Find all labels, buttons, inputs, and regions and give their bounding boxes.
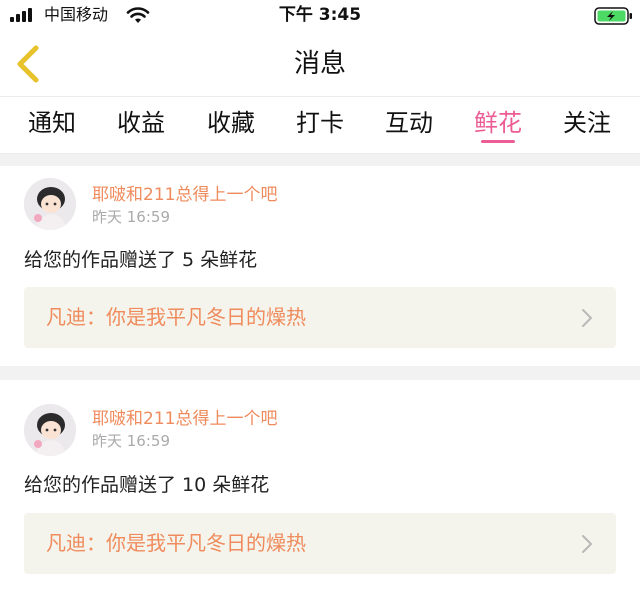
tab-checkin[interactable]: 打卡 [280,105,360,145]
tab-follow[interactable]: 关注 [547,105,627,145]
message-text: 给您的作品赠送了 10 朵鲜花 [24,474,270,496]
page-title: 消息 [293,49,346,79]
quoted-work[interactable]: 凡迪：你是我平凡冬日的燥热 [24,513,616,574]
message-text: 给您的作品赠送了 5 朵鲜花 [24,249,258,271]
status-bar: 中国移动 下午 3:45 [0,0,640,30]
tab-flowers[interactable]: 鲜花 [458,105,538,145]
message-time: 昨天 16:59 [92,432,170,450]
avatar[interactable] [24,178,76,230]
nav-bar: 消息 [0,30,640,96]
sender-name[interactable]: 耶啵和211总得上一个吧 [92,408,277,430]
avatar[interactable] [24,404,76,456]
tab-notification[interactable]: 通知 [12,105,92,145]
active-tab-indicator [481,140,515,143]
message-card: 耶啵和211总得上一个吧 昨天 16:59 给您的作品赠送了 5 朵鲜花 凡迪：… [0,166,640,366]
tab-earnings[interactable]: 收益 [101,105,181,145]
quoted-work-title: 凡迪：你是我平凡冬日的燥热 [46,305,306,329]
sender-name[interactable]: 耶啵和211总得上一个吧 [92,184,277,206]
message-card: 耶啵和211总得上一个吧 昨天 16:59 给您的作品赠送了 10 朵鲜花 凡迪… [0,380,640,597]
battery-charging-icon [594,7,632,25]
tab-interaction[interactable]: 互动 [369,105,449,145]
tab-favorites[interactable]: 收藏 [191,105,271,145]
chevron-right-icon [582,535,592,553]
quoted-work[interactable]: 凡迪：你是我平凡冬日的燥热 [24,287,616,348]
tab-bar: 通知 收益 收藏 打卡 互动 鲜花 关注 [0,96,640,154]
quoted-work-title: 凡迪：你是我平凡冬日的燥热 [46,531,306,555]
status-time: 下午 3:45 [278,5,362,25]
chevron-right-icon [582,309,592,327]
message-time: 昨天 16:59 [92,208,170,226]
